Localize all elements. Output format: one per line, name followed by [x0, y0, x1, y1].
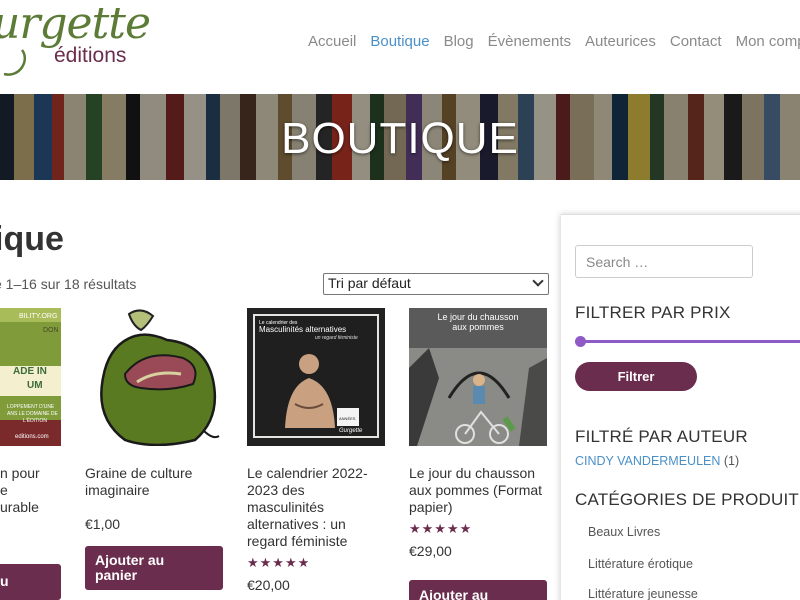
book-cover-image: BILITY.ORG DON ADE IN UM LOPPEMENT D'UNE… [0, 308, 61, 446]
product-title-line: alternatives : un [247, 516, 346, 532]
nav-blog[interactable]: Blog [444, 33, 474, 50]
page-title: ique [0, 220, 64, 258]
page-banner: BOUTIQUE [0, 94, 800, 180]
product-price: €1,00 [85, 516, 121, 532]
filter-button[interactable]: Filtrer [575, 362, 697, 391]
main-nav: Accueil Boutique Blog Évènements Auteuri… [308, 33, 800, 50]
search-input[interactable]: Search … [575, 245, 753, 278]
rating-stars: ★★★★★ [247, 555, 311, 570]
category-litterature-jeunesse[interactable]: Littérature jeunesse [588, 587, 698, 600]
rating-stars: ★★★★★ [409, 521, 473, 536]
nav-accueil[interactable]: Accueil [308, 33, 356, 50]
logo-vine-icon [3, 49, 27, 76]
search-placeholder: Search … [586, 254, 649, 270]
cover-text: Le jour du chausson [437, 312, 518, 322]
add-to-cart-button[interactable]: u [0, 564, 61, 600]
product-image[interactable] [85, 308, 223, 446]
product-title-line: imaginaire [85, 482, 150, 498]
product-price: €20,00 [247, 577, 290, 593]
product-price: €29,00 [409, 543, 452, 559]
cover-text: Masculinités alternatives [259, 325, 346, 334]
add-to-cart-button[interactable]: Ajouter au [409, 580, 547, 600]
product-title-line: masculinités [247, 499, 325, 515]
cover-text: DON [43, 327, 59, 334]
fig-illustration-image [85, 308, 223, 446]
result-count: e 1–16 sur 18 résultats [0, 276, 137, 292]
banner-title: BOUTIQUE [281, 114, 519, 163]
author-filter-item: CINDY VANDERMEULEN (1) [575, 454, 739, 468]
product-card[interactable]: Graine de culture imaginaire €1,00 Ajout… [85, 308, 223, 590]
product-card[interactable]: Le jour du chausson aux pommes Le jour d… [409, 308, 547, 600]
author-link[interactable]: CINDY VANDERMEULEN [575, 454, 720, 468]
product-title-line: regard féministe [247, 533, 348, 549]
price-slider-track[interactable] [577, 340, 800, 343]
add-to-cart-button[interactable]: Ajouter au panier [85, 546, 223, 590]
author-count: (1) [723, 454, 740, 468]
price-slider-handle[interactable] [575, 336, 586, 347]
product-image[interactable]: Le jour du chausson aux pommes [409, 308, 547, 446]
nav-contact[interactable]: Contact [670, 33, 722, 50]
button-label: Ajouter au [419, 587, 489, 600]
product-title-line: papier) [409, 499, 453, 515]
product-title-line: e [0, 482, 8, 498]
nav-mon-compte[interactable]: Mon compte [736, 33, 800, 50]
nav-boutique[interactable]: Boutique [370, 33, 429, 50]
product-card[interactable]: Le calendrier des Masculinités alternati… [247, 308, 385, 593]
calendar-cover-image: Le calendrier des Masculinités alternati… [247, 308, 385, 446]
product-title-line: n pour [0, 465, 40, 481]
cover-text: BILITY.ORG [19, 313, 57, 320]
book-cover-image: Le jour du chausson aux pommes [409, 308, 547, 446]
cover-text: ANNÉES [339, 416, 356, 421]
button-label: u [0, 573, 9, 589]
category-beaux-livres[interactable]: Beaux Livres [588, 525, 660, 539]
product-title-line: Le calendrier 2022- [247, 465, 368, 481]
product-title[interactable]: Graine de culture imaginaire [85, 465, 223, 499]
price-filter-title: FILTRER PAR PRIX [575, 303, 731, 322]
cover-text: aux pommes [452, 322, 504, 332]
product-image[interactable]: BILITY.ORG DON ADE IN UM LOPPEMENT D'UNE… [0, 308, 61, 446]
cover-text: L'ÉDITION [23, 417, 47, 424]
cover-text: UM [27, 380, 43, 391]
product-title-line: urable [0, 499, 39, 515]
product-title-line: Graine de culture [85, 465, 193, 481]
site-header: urgette éditions Accueil Boutique Blog É… [0, 0, 800, 94]
author-filter-title: FILTRÉ PAR AUTEUR [575, 427, 748, 446]
button-label: panier [95, 567, 138, 583]
product-title[interactable]: Le jour du chausson aux pommes (Format p… [409, 465, 547, 516]
categories-title: CATÉGORIES DE PRODUITS [575, 490, 800, 509]
cover-text: LOPPEMENT D'UNE [7, 404, 55, 410]
product-title-line: aux pommes (Format [409, 482, 543, 498]
product-card[interactable]: BILITY.ORG DON ADE IN UM LOPPEMENT D'UNE… [0, 308, 61, 600]
product-title[interactable]: Le calendrier 2022- 2023 des masculinité… [247, 465, 385, 550]
product-title-line: 2023 des [247, 482, 305, 498]
sort-dropdown[interactable]: Tri par défaut [323, 273, 549, 295]
cover-text: ADE IN [13, 366, 47, 377]
sort-selected-value: Tri par défaut [328, 275, 411, 291]
category-litterature-erotique[interactable]: Littérature érotique [588, 557, 693, 571]
cover-text: Gurgette [339, 428, 363, 434]
shop-sidebar: Search … FILTRER PAR PRIX Filtrer FILTRÉ… [561, 214, 800, 600]
site-logo[interactable]: urgette éditions [0, 0, 151, 80]
product-image[interactable]: Le calendrier des Masculinités alternati… [247, 308, 385, 446]
button-label: Ajouter au [95, 552, 165, 568]
cover-text: editions.com [15, 434, 49, 440]
page: urgette éditions Accueil Boutique Blog É… [0, 0, 800, 600]
nav-evenements[interactable]: Évènements [488, 33, 571, 50]
chevron-down-icon [532, 275, 544, 287]
cover-text: un regard féministe [315, 335, 358, 341]
product-title-line: Le jour du chausson [409, 465, 536, 481]
product-title[interactable]: n pour e urable [0, 465, 61, 516]
cover-text: ANS LE DOMAINE DE [7, 411, 59, 417]
nav-auteurices[interactable]: Auteurices [585, 33, 656, 50]
